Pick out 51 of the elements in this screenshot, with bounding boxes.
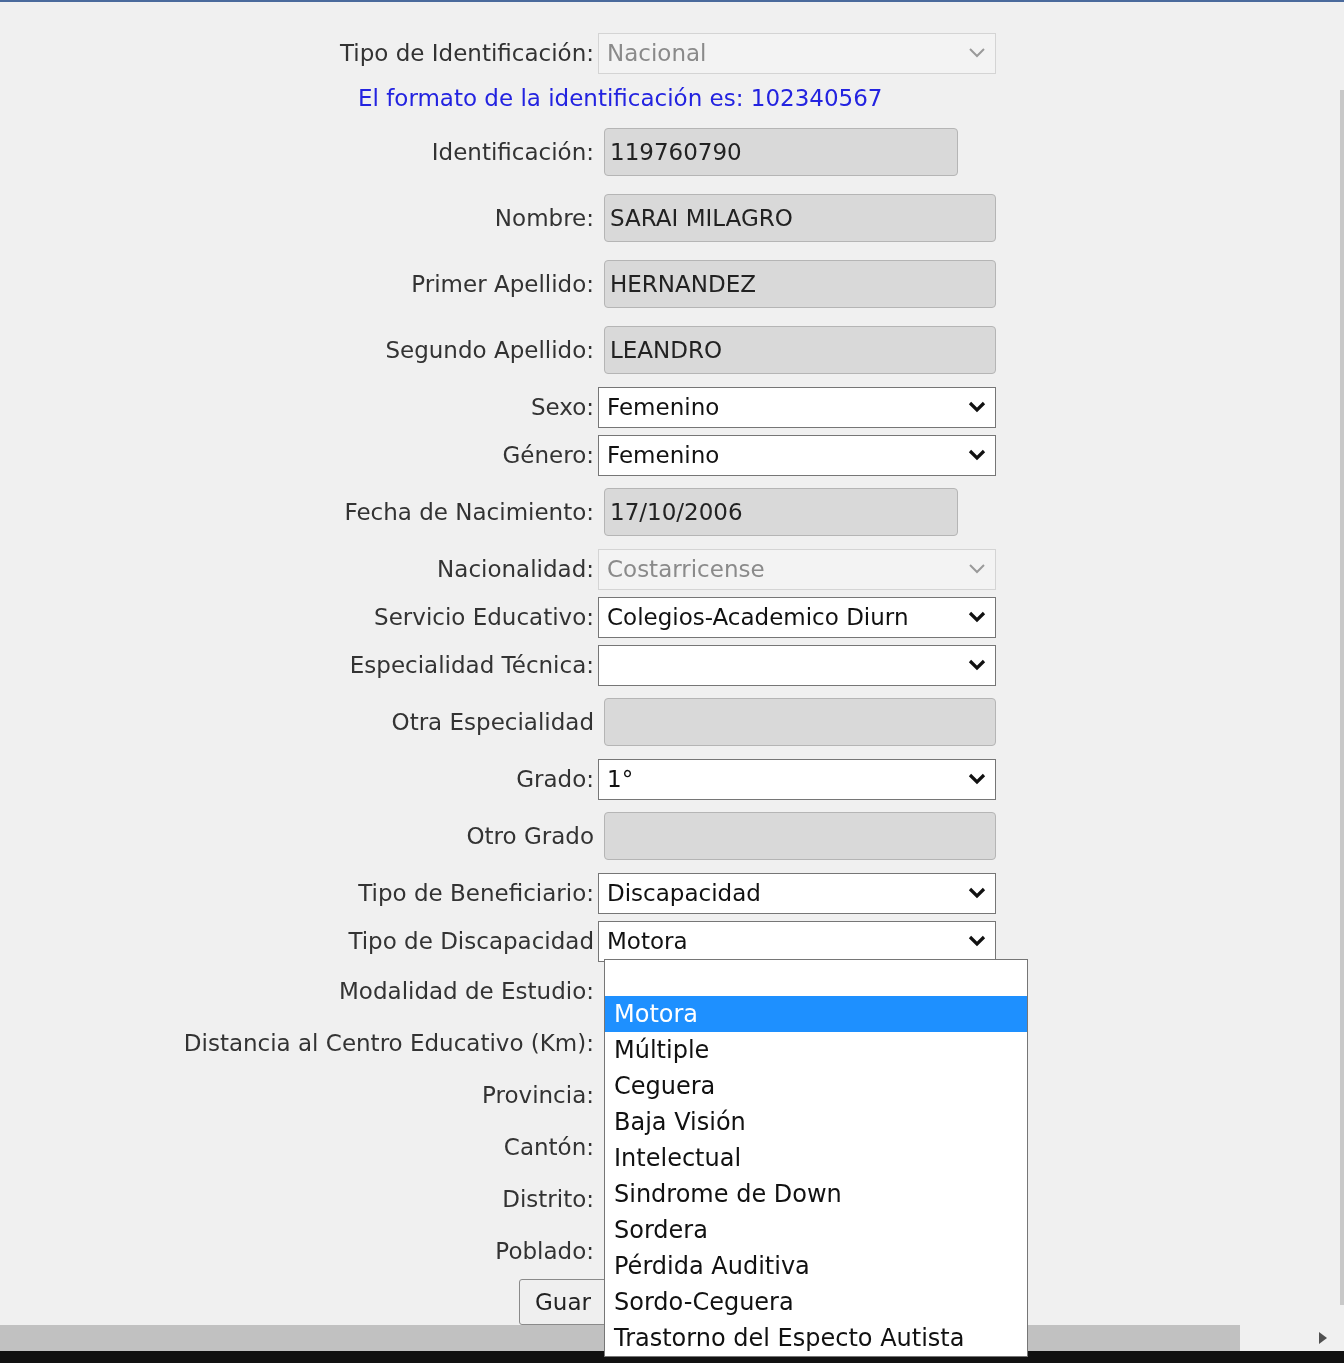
format-hint: El formato de la identificación es: 102340567 <box>358 83 883 113</box>
dropdown-option[interactable]: Múltiple <box>605 1032 1027 1069</box>
field-label: Sexo: <box>530 392 594 422</box>
chevron-down-icon <box>967 934 987 949</box>
field-label: Cantón: <box>503 1132 594 1162</box>
field-label: Servicio Educativo: <box>374 602 594 632</box>
input-field[interactable]: 17/10/2006 <box>604 488 958 537</box>
select-field[interactable]: Femenino <box>598 386 996 428</box>
select-field[interactable]: 1° <box>598 758 996 800</box>
field-label: Provincia: <box>482 1080 594 1110</box>
select-field[interactable]: Colegios-Academico Diurn <box>598 596 996 638</box>
field-label: Especialidad Técnica: <box>349 650 594 680</box>
select-field[interactable]: Motora <box>598 920 996 962</box>
chevron-down-icon <box>967 886 987 901</box>
dropdown-option[interactable]: Intelectual <box>605 1140 1027 1177</box>
dropdown-option[interactable]: Baja Visión <box>605 1104 1027 1141</box>
input-field[interactable]: SARAI MILAGRO <box>604 194 996 243</box>
field-label: Género: <box>502 440 594 470</box>
chevron-down-icon <box>967 448 987 463</box>
dropdown-option[interactable]: Sordera <box>605 1212 1027 1249</box>
chevron-down-icon <box>967 772 987 787</box>
input-field[interactable]: HERNANDEZ <box>604 260 996 309</box>
select-field[interactable]: Discapacidad <box>598 872 996 914</box>
field-label: Tipo de Beneficiario: <box>358 878 594 908</box>
chevron-down-icon <box>967 610 987 625</box>
select-field[interactable] <box>598 644 996 686</box>
right-arrow-icon[interactable] <box>1318 1331 1328 1346</box>
input-field[interactable]: 119760790 <box>604 128 958 177</box>
dropdown-option[interactable]: Sindrome de Down <box>605 1176 1027 1213</box>
field-label: Distancia al Centro Educativo (Km): <box>183 1028 594 1058</box>
field-label: Distrito: <box>502 1184 594 1214</box>
field-label: Segundo Apellido: <box>385 335 594 365</box>
field-label: Grado: <box>516 764 594 794</box>
field-label: Tipo de Discapacidad <box>348 926 594 956</box>
field-label: Otra Especialidad <box>391 707 594 737</box>
chevron-down-icon <box>967 400 987 415</box>
field-label: Identificación: <box>431 137 594 167</box>
dropdown-option[interactable]: Ceguera <box>605 1068 1027 1105</box>
field-label: Poblado: <box>495 1236 594 1266</box>
field-label: Modalidad de Estudio: <box>339 976 594 1006</box>
field-label: Fecha de Nacimiento: <box>344 497 594 527</box>
select-field[interactable]: Femenino <box>598 434 996 476</box>
input-field[interactable] <box>604 698 996 747</box>
field-label: Otro Grado <box>466 821 594 851</box>
field-label: Primer Apellido: <box>411 269 594 299</box>
field-label: Tipo de Identificación: <box>340 38 594 68</box>
field-label: Nacionalidad: <box>437 554 594 584</box>
input-field[interactable]: LEANDRO <box>604 326 996 375</box>
field-label: Nombre: <box>494 203 594 233</box>
chevron-down-icon <box>967 658 987 673</box>
input-field[interactable] <box>604 812 996 861</box>
